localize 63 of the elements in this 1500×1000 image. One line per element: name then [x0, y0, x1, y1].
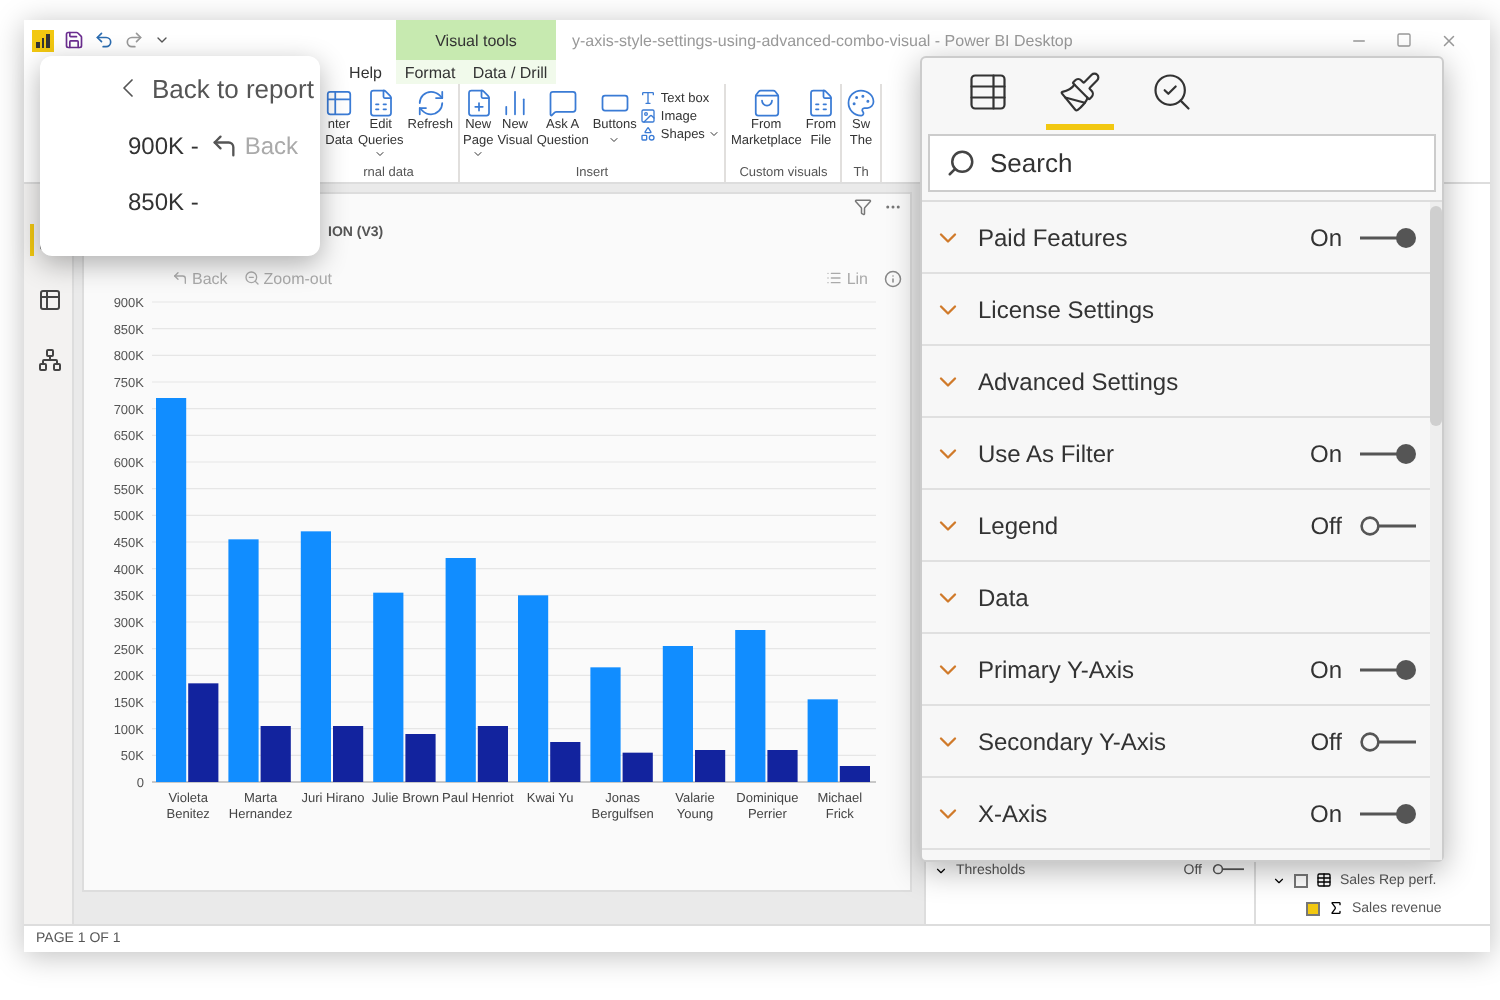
- close-icon[interactable]: [1440, 31, 1458, 49]
- toggle-switch[interactable]: [1358, 513, 1418, 537]
- table-icon: [324, 88, 354, 118]
- filter-icon[interactable]: [854, 198, 872, 216]
- format-section[interactable]: Legend Off: [922, 490, 1430, 562]
- image-icon: [640, 108, 657, 124]
- bar-chart-icon: [500, 88, 531, 118]
- list-icon: [826, 270, 843, 286]
- checkbox[interactable]: [1294, 873, 1308, 887]
- format-section[interactable]: X-Axis On: [922, 778, 1430, 850]
- toggle-switch[interactable]: [1210, 862, 1246, 878]
- model-icon: [38, 348, 62, 372]
- back-arrow-icon: [210, 132, 239, 160]
- caret-icon: [708, 128, 721, 140]
- scrollbar[interactable]: [1430, 202, 1442, 860]
- format-section[interactable]: Secondary Y-Axis Off: [922, 706, 1430, 778]
- text-box-icon: [640, 90, 657, 106]
- paint-roller-icon: [1058, 70, 1102, 114]
- caret-icon[interactable]: [154, 32, 170, 48]
- toggle-switch[interactable]: [1358, 225, 1418, 249]
- format-section[interactable]: Use As Filter On: [922, 418, 1430, 490]
- speech-bubble-icon: [547, 88, 578, 118]
- palette-icon: [846, 88, 877, 118]
- sigma-icon: [1328, 900, 1344, 916]
- toggle-switch[interactable]: [1358, 657, 1418, 681]
- fields-icon: [966, 70, 1010, 114]
- format-section[interactable]: Paid Features On: [922, 202, 1430, 274]
- chevron-icon[interactable]: [934, 863, 948, 877]
- ribbon-tab[interactable]: Data / Drill: [466, 60, 554, 84]
- table-icon: [38, 288, 62, 312]
- analytics-icon: [1150, 70, 1194, 114]
- chevron-icon[interactable]: [1272, 873, 1286, 887]
- info-icon[interactable]: [884, 269, 902, 287]
- toggle-switch[interactable]: [1358, 801, 1418, 825]
- spreadsheet-icon: [365, 88, 396, 118]
- redo-icon[interactable]: [124, 30, 144, 50]
- toggle-switch[interactable]: [1358, 441, 1418, 465]
- contextual-tab-header: Visual tools: [396, 20, 556, 60]
- caret-icon: [472, 148, 485, 160]
- axis-tick-label: 850K -: [128, 188, 199, 216]
- search-field[interactable]: Search: [928, 134, 1436, 192]
- toggle-switch[interactable]: [1358, 729, 1418, 753]
- ribbon-tab[interactable]: Help: [343, 60, 388, 84]
- table-icon: [1316, 872, 1332, 888]
- shapes-icon: [640, 126, 657, 142]
- app-logo-icon: [32, 29, 54, 51]
- window-title: y-axis-style-settings-using-advanced-combo-visual - Power BI Desktop: [570, 29, 1075, 54]
- undo-icon[interactable]: [94, 30, 114, 50]
- axis-tick-label: 900K -: [128, 132, 199, 160]
- bag-icon: [751, 88, 782, 118]
- spreadsheet-icon: [805, 88, 836, 118]
- new-page-icon: [463, 88, 494, 118]
- back-to-report-link[interactable]: Back to report: [112, 72, 320, 104]
- checkbox[interactable]: [1306, 901, 1320, 915]
- save-icon[interactable]: [64, 30, 84, 50]
- zoom-out-icon: [243, 270, 260, 286]
- format-section[interactable]: Primary Y-Axis On: [922, 634, 1430, 706]
- caret-icon: [608, 133, 621, 145]
- ribbon-tab[interactable]: Format: [398, 60, 462, 84]
- caret-icon: [374, 148, 387, 160]
- refresh-icon: [415, 88, 446, 118]
- back-arrow-icon: [172, 270, 188, 286]
- search-icon: [946, 148, 976, 178]
